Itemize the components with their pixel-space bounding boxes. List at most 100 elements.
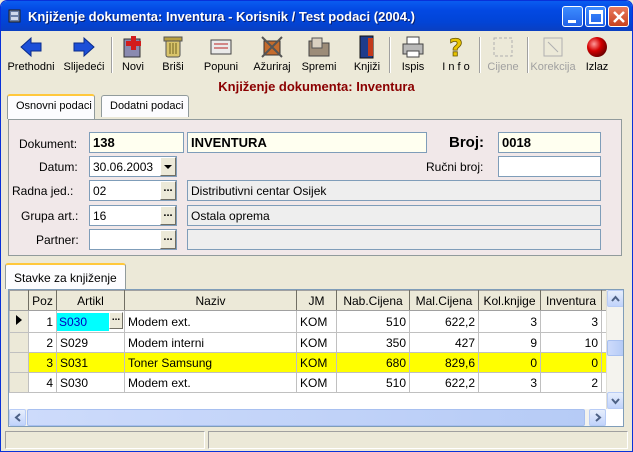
row-indicator[interactable] bbox=[9, 332, 29, 353]
column-header[interactable]: JM bbox=[296, 290, 337, 311]
scroll-down-button[interactable] bbox=[607, 392, 623, 409]
horizontal-scrollbar[interactable] bbox=[9, 409, 606, 426]
table-cell[interactable]: 680 bbox=[336, 352, 410, 373]
slijedeci-button[interactable]: Slijedeći bbox=[59, 33, 109, 77]
dokument-field[interactable]: 138 bbox=[89, 132, 184, 153]
datum-dropdown-button[interactable] bbox=[160, 157, 176, 176]
table-row[interactable]: 4 S030 Modem ext. KOM 510 622,2 3 2 bbox=[9, 372, 618, 393]
table-cell[interactable]: 2 bbox=[540, 372, 602, 393]
ispis-label: Ispis bbox=[401, 61, 425, 73]
table-cell[interactable]: 829,6 bbox=[409, 352, 479, 373]
close-button[interactable] bbox=[608, 6, 629, 27]
table-cell[interactable]: KOM bbox=[296, 310, 337, 333]
column-header[interactable]: Nab.Cijena bbox=[336, 290, 410, 311]
table-cell[interactable]: 3 bbox=[28, 352, 57, 373]
table-cell[interactable]: 0 bbox=[478, 352, 541, 373]
main-window: Knjiženje dokumenta: Inventura - Korisni… bbox=[0, 0, 633, 452]
table-cell[interactable]: 1 bbox=[28, 310, 57, 333]
partner-lookup-button[interactable]: ... bbox=[160, 230, 176, 249]
table-cell[interactable]: 3 bbox=[478, 310, 541, 333]
table-row[interactable]: 2 S029 Modem interni KOM 350 427 9 10 bbox=[9, 332, 618, 353]
table-row-highlighted[interactable]: 3 S031 Toner Samsung KOM 680 829,6 0 0 bbox=[9, 352, 618, 373]
artikl-lookup-button[interactable]: ... bbox=[109, 312, 123, 329]
column-header[interactable]: Inventura bbox=[540, 290, 602, 311]
row-indicator[interactable] bbox=[9, 352, 29, 373]
row-indicator[interactable] bbox=[9, 310, 29, 333]
title-bar[interactable]: Knjiženje dokumenta: Inventura - Korisni… bbox=[1, 1, 632, 31]
azuriraj-button[interactable]: Ažuriraj bbox=[251, 33, 293, 77]
tab-osnovni-podaci[interactable]: Osnovni podaci bbox=[7, 94, 95, 119]
radna-jed-naziv: Distributivni centar Osijek bbox=[187, 180, 601, 201]
table-cell[interactable]: Modem interni bbox=[124, 332, 297, 353]
table-cell-editing[interactable]: S030... bbox=[56, 310, 125, 333]
artikl-editor[interactable]: S030 bbox=[57, 312, 109, 331]
table-cell[interactable]: KOM bbox=[296, 332, 337, 353]
toolbar-separator bbox=[479, 37, 481, 73]
trash-icon bbox=[163, 36, 183, 58]
cijene-button[interactable]: Cijene bbox=[483, 33, 523, 77]
ispis-button[interactable]: Ispis bbox=[395, 33, 431, 77]
dokument-label: Dokument: bbox=[19, 137, 78, 151]
prethodni-button[interactable]: Prethodni bbox=[7, 33, 55, 77]
table-cell[interactable]: 350 bbox=[336, 332, 410, 353]
table-cell[interactable]: 427 bbox=[409, 332, 479, 353]
column-header[interactable]: Poz bbox=[28, 290, 57, 311]
table-cell[interactable]: 622,2 bbox=[409, 372, 479, 393]
status-pane bbox=[5, 431, 205, 449]
novi-button[interactable]: Novi bbox=[115, 33, 151, 77]
rucni-broj-field[interactable] bbox=[498, 156, 601, 177]
table-cell[interactable]: S031 bbox=[56, 352, 125, 373]
arrow-right-icon bbox=[73, 36, 95, 58]
korekcija-button[interactable]: Korekcija bbox=[529, 33, 577, 77]
minimize-button[interactable] bbox=[562, 6, 583, 27]
table-cell[interactable]: 4 bbox=[28, 372, 57, 393]
tab-stavke-za-knjizenje[interactable]: Stavke za knjiženje bbox=[5, 263, 126, 289]
brisi-button[interactable]: Briši bbox=[155, 33, 191, 77]
radna-jed-lookup-button[interactable]: ... bbox=[160, 181, 176, 200]
vertical-scroll-thumb[interactable] bbox=[607, 340, 623, 356]
column-header[interactable]: Naziv bbox=[124, 290, 297, 311]
table-cell[interactable]: 622,2 bbox=[409, 310, 479, 333]
table-cell[interactable]: Toner Samsung bbox=[124, 352, 297, 373]
column-header[interactable]: Kol.knjige bbox=[478, 290, 541, 311]
printer-icon bbox=[402, 36, 424, 58]
table-cell[interactable]: 510 bbox=[336, 372, 410, 393]
table-cell[interactable]: KOM bbox=[296, 352, 337, 373]
tab-dodatni-podaci[interactable]: Dodatni podaci bbox=[101, 95, 189, 117]
column-header[interactable]: Mal.Cijena bbox=[409, 290, 479, 311]
table-cell[interactable]: 10 bbox=[540, 332, 602, 353]
table-cell[interactable]: 3 bbox=[478, 372, 541, 393]
table-cell[interactable]: Modem ext. bbox=[124, 372, 297, 393]
row-indicator[interactable] bbox=[9, 372, 29, 393]
table-cell[interactable]: KOM bbox=[296, 372, 337, 393]
table-row[interactable]: 1 S030... Modem ext. KOM 510 622,2 3 3 bbox=[9, 310, 618, 333]
knjizi-button[interactable]: Knjiži bbox=[349, 33, 385, 77]
table-cell[interactable]: Modem ext. bbox=[124, 310, 297, 333]
column-header[interactable]: Artikl bbox=[56, 290, 125, 311]
table-cell[interactable]: S030 bbox=[56, 372, 125, 393]
broj-field[interactable]: 0018 bbox=[498, 132, 601, 153]
izlaz-button[interactable]: Izlaz bbox=[581, 33, 613, 77]
maximize-button[interactable] bbox=[585, 6, 606, 27]
novi-label: Novi bbox=[121, 61, 144, 73]
horizontal-scroll-thumb[interactable] bbox=[27, 409, 585, 426]
table-cell[interactable]: 0 bbox=[540, 352, 602, 373]
vertical-scrollbar[interactable] bbox=[606, 290, 623, 409]
scroll-up-button[interactable] bbox=[607, 290, 623, 307]
info-button[interactable]: ? I n f o bbox=[437, 33, 475, 77]
grupa-art-lookup-button[interactable]: ... bbox=[160, 206, 176, 225]
table-cell[interactable]: 2 bbox=[28, 332, 57, 353]
table-cell[interactable]: S029 bbox=[56, 332, 125, 353]
dokument-naziv-field[interactable]: INVENTURA bbox=[187, 132, 427, 153]
brisi-label: Briši bbox=[162, 61, 184, 73]
scroll-left-button[interactable] bbox=[9, 409, 26, 426]
table-cell[interactable]: 510 bbox=[336, 310, 410, 333]
cijene-label: Cijene bbox=[487, 61, 519, 73]
spremi-button[interactable]: Spremi bbox=[299, 33, 339, 77]
table-cell[interactable]: 9 bbox=[478, 332, 541, 353]
close-icon bbox=[613, 11, 625, 23]
popuni-button[interactable]: Popuni bbox=[201, 33, 241, 77]
table-cell[interactable]: 3 bbox=[540, 310, 602, 333]
chevron-down-icon bbox=[164, 165, 172, 169]
scroll-right-button[interactable] bbox=[589, 409, 606, 426]
